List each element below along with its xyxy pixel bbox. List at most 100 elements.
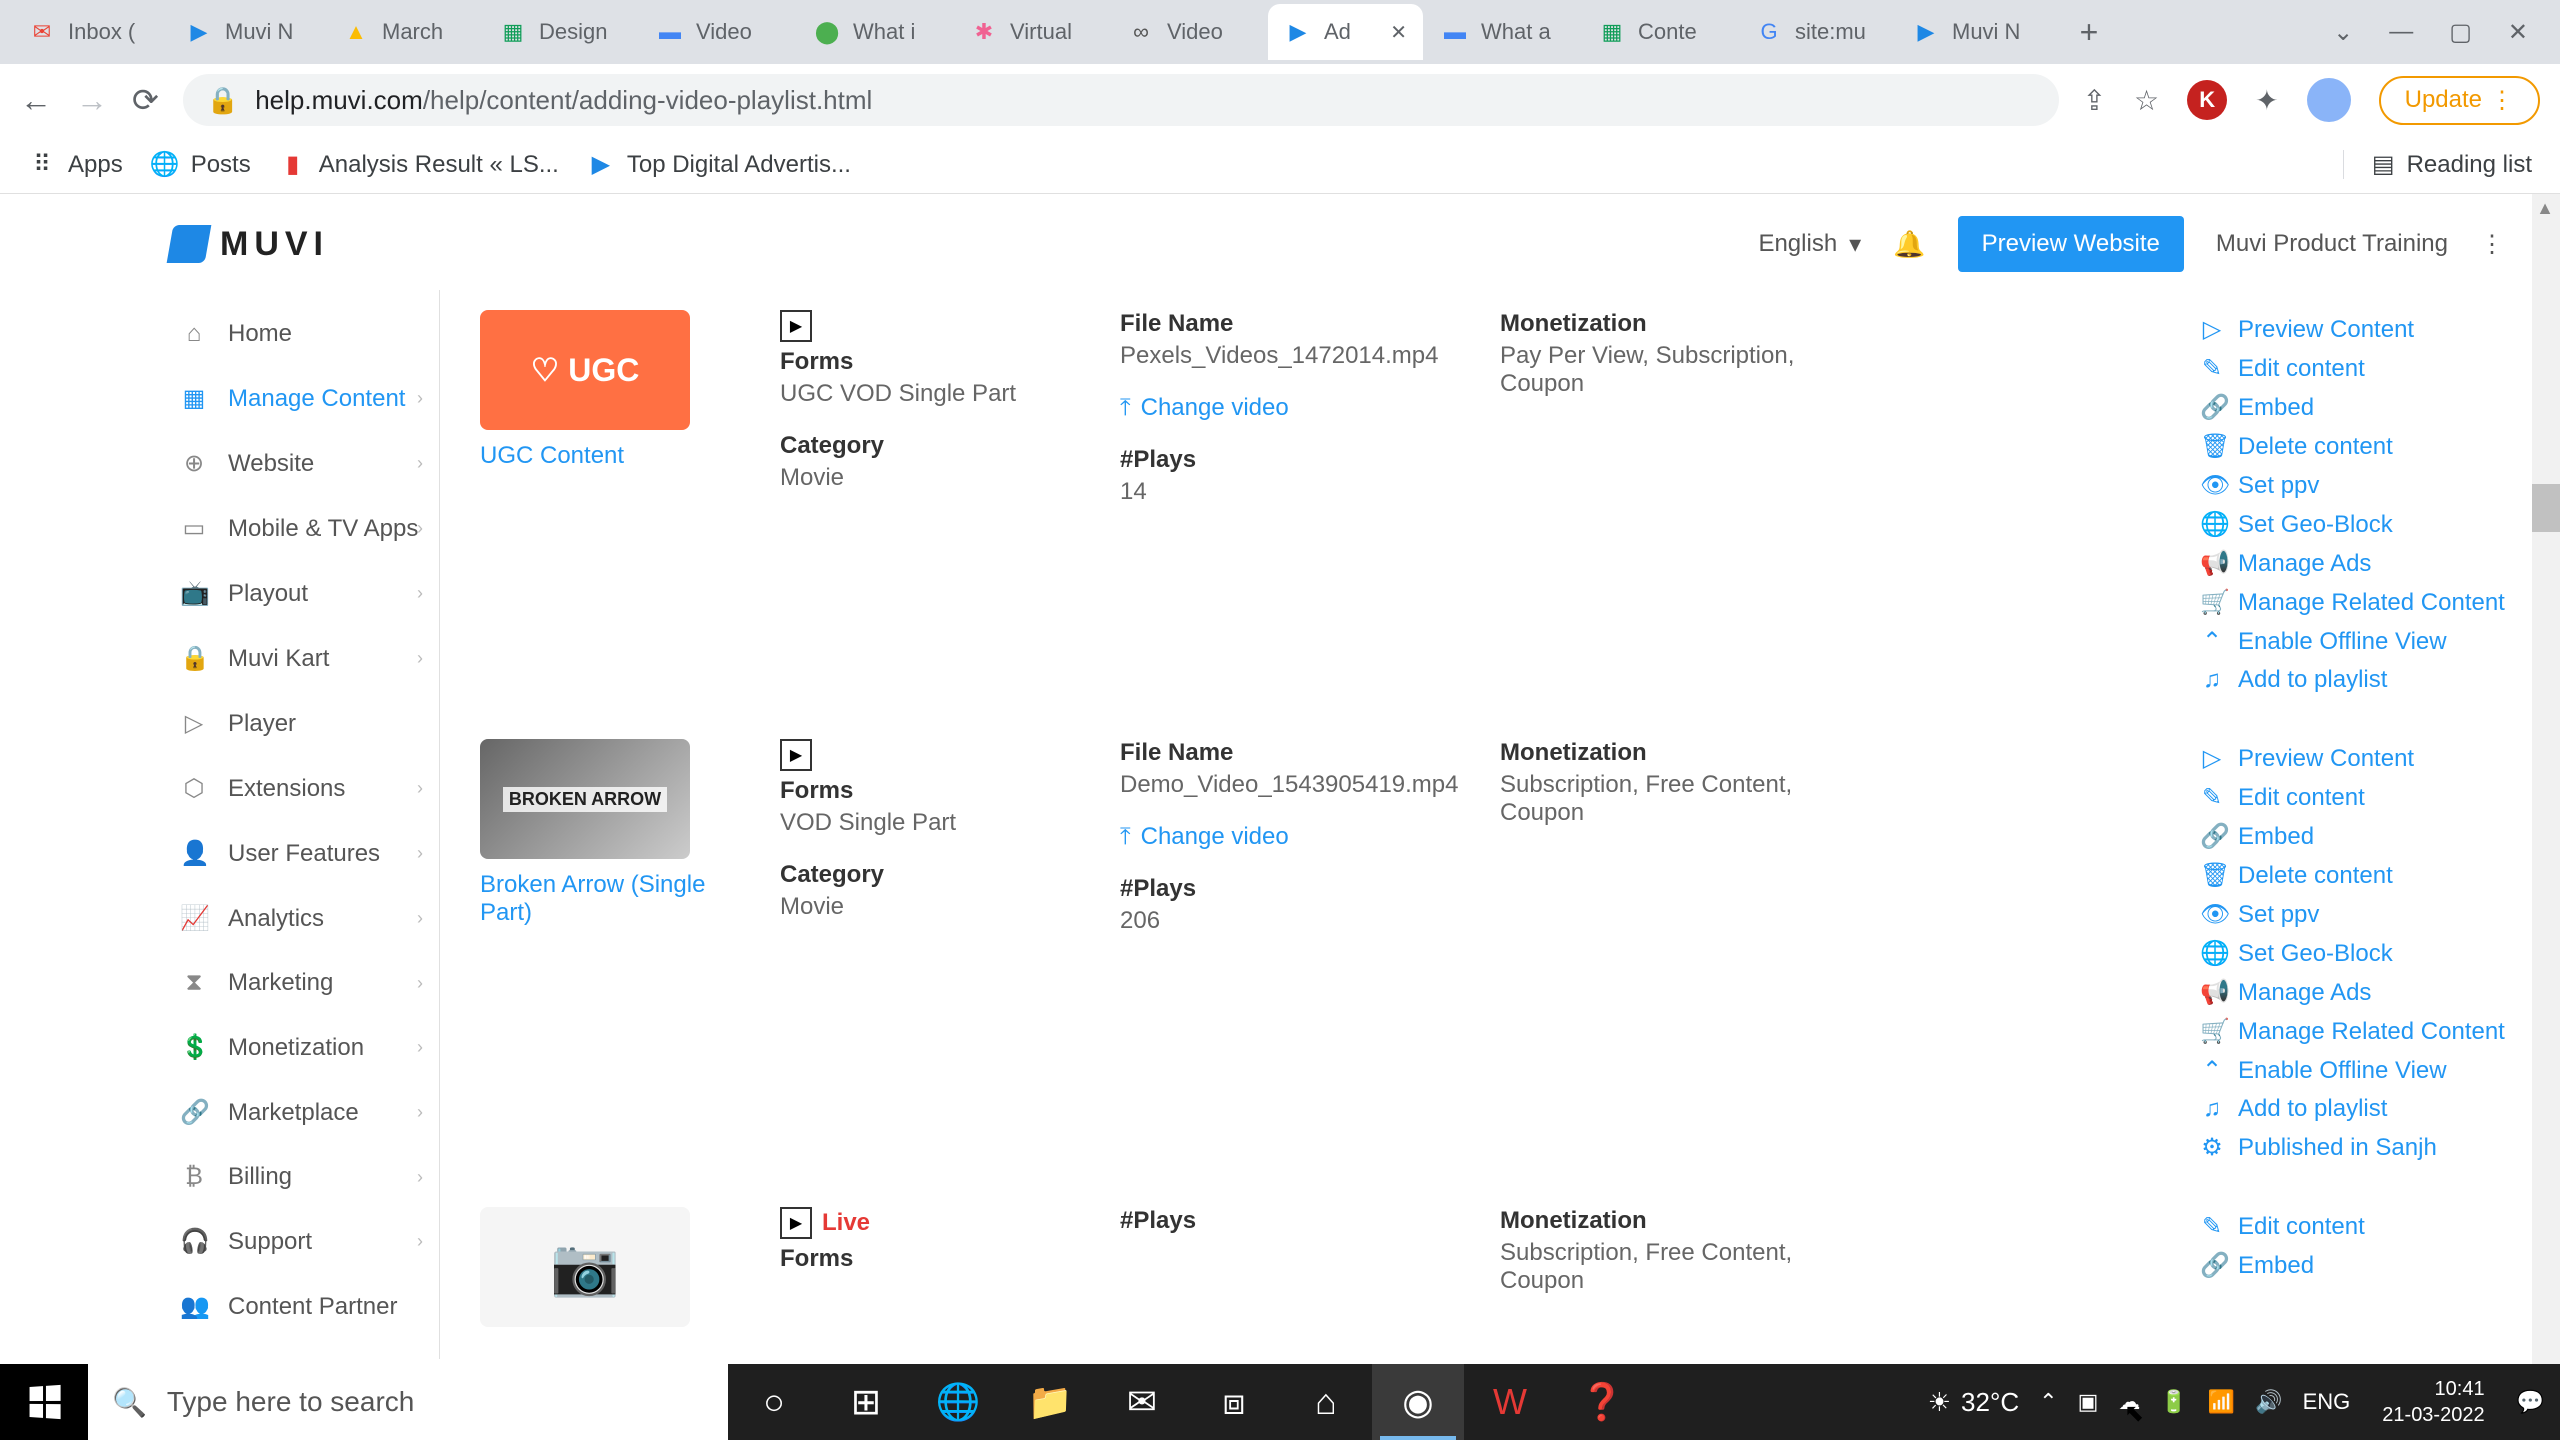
close-window-button[interactable]: ✕ <box>2508 18 2528 47</box>
notion-icon[interactable]: ⌂ <box>1280 1364 1372 1440</box>
tray-chevron-icon[interactable]: ⌃ <box>2039 1389 2057 1415</box>
maximize-button[interactable]: ▢ <box>2449 18 2472 47</box>
action-link[interactable]: 📢Manage Ads <box>2200 973 2520 1012</box>
content-title-link[interactable]: UGC Content <box>480 442 624 469</box>
sidebar-item[interactable]: ⌂Home <box>160 302 439 366</box>
action-link[interactable]: ⚙Published in Sanjh <box>2200 1128 2520 1167</box>
bookmark-item[interactable]: ▶Top Digital Advertis... <box>587 151 851 179</box>
share-icon[interactable]: ⇪ <box>2083 84 2106 117</box>
action-link[interactable]: 🌐Set Geo-Block <box>2200 934 2520 973</box>
content-thumbnail[interactable]: ♡ UGC <box>480 310 690 430</box>
tray-wifi-icon[interactable]: 📶 <box>2208 1389 2235 1415</box>
profile-avatar[interactable] <box>2307 78 2351 122</box>
dropbox-icon[interactable]: ⧈ <box>1188 1364 1280 1440</box>
bookmark-item[interactable]: ⠿Apps <box>28 151 123 179</box>
help-icon[interactable]: ❓ <box>1556 1364 1648 1440</box>
action-link[interactable]: 🗑Delete content <box>2200 427 2520 466</box>
tray-onedrive-icon[interactable]: ☁ <box>2118 1389 2140 1415</box>
bookmark-item[interactable]: ▮Analysis Result « LS... <box>279 151 559 179</box>
language-selector[interactable]: English ▾ <box>1758 230 1861 259</box>
action-link[interactable]: 🛒Manage Related Content <box>2200 1012 2520 1051</box>
browser-tab[interactable]: ∞Video <box>1111 4 1266 60</box>
action-link[interactable]: ▷Preview Content <box>2200 739 2520 778</box>
mail-icon[interactable]: ✉ <box>1096 1364 1188 1440</box>
cortana-icon[interactable]: ○ <box>728 1364 820 1440</box>
browser-tab[interactable]: ▦Conte <box>1582 4 1737 60</box>
sidebar-item[interactable]: ₿Billing› <box>160 1145 439 1209</box>
action-link[interactable]: 🛒Manage Related Content <box>2200 583 2520 622</box>
sidebar-item[interactable]: ⬡Extensions› <box>160 756 439 821</box>
sidebar-item[interactable]: 📈Analytics› <box>160 886 439 951</box>
browser-tab[interactable]: ▶Muvi N <box>1896 4 2051 60</box>
action-link[interactable]: ♫Add to playlist <box>2200 661 2520 699</box>
tray-meet-icon[interactable]: ▣ <box>2078 1389 2099 1415</box>
sidebar-item[interactable]: 👤User Features› <box>160 821 439 886</box>
sidebar-item[interactable]: 🔗Marketplace› <box>160 1080 439 1145</box>
browser-tab[interactable]: Gsite:mu <box>1739 4 1894 60</box>
action-link[interactable]: ✎Edit content <box>2200 1207 2520 1246</box>
wps-icon[interactable]: W <box>1464 1364 1556 1440</box>
sidebar-item[interactable]: ⧗Marketing› <box>160 951 439 1015</box>
browser-tab[interactable]: ✉Inbox ( <box>12 4 167 60</box>
notifications-icon[interactable]: 🔔 <box>1893 229 1925 260</box>
browser-tab[interactable]: ▬Video <box>640 4 795 60</box>
browser-tab[interactable]: ▦Design <box>483 4 638 60</box>
action-link[interactable]: ✎Edit content <box>2200 778 2520 817</box>
reload-button[interactable]: ⟳ <box>132 81 159 119</box>
action-link[interactable]: ♫Add to playlist <box>2200 1090 2520 1128</box>
tray-battery-icon[interactable]: 🔋 <box>2160 1389 2187 1415</box>
sidebar-item[interactable]: 👥Content Partner <box>160 1274 439 1339</box>
action-link[interactable]: ⌃Enable Offline View <box>2200 1051 2520 1090</box>
tray-language[interactable]: ENG <box>2303 1389 2351 1415</box>
file-explorer-icon[interactable]: 📁 <box>1004 1364 1096 1440</box>
action-link[interactable]: 🔗Embed <box>2200 1246 2520 1285</box>
bookmark-star-icon[interactable]: ☆ <box>2134 84 2159 117</box>
preview-website-button[interactable]: Preview Website <box>1958 216 2184 272</box>
weather-widget[interactable]: ☀ 32°C <box>1928 1387 2019 1418</box>
sidebar-item[interactable]: 💲Monetization› <box>160 1015 439 1080</box>
tab-search-icon[interactable]: ⌄ <box>2333 18 2353 47</box>
bookmark-item[interactable]: 🌐Posts <box>151 151 251 179</box>
change-video-link[interactable]: ⤒Change video <box>1120 394 1440 422</box>
reading-list-button[interactable]: ▤ Reading list <box>2343 150 2532 179</box>
tab-close-icon[interactable]: ✕ <box>1390 20 1407 45</box>
browser-tab[interactable]: ✱Virtual <box>954 4 1109 60</box>
action-link[interactable]: 🔗Embed <box>2200 388 2520 427</box>
new-tab-button[interactable]: + <box>2065 8 2113 56</box>
sidebar-item[interactable]: 📺Playout› <box>160 561 439 626</box>
taskbar-clock[interactable]: 10:41 21-03-2022 <box>2370 1376 2496 1428</box>
browser-tab[interactable]: ▶Ad✕ <box>1268 4 1423 60</box>
browser-tab[interactable]: ▬What a <box>1425 4 1580 60</box>
sidebar-item[interactable]: 🎧Support› <box>160 1209 439 1274</box>
action-center-icon[interactable]: 💬 <box>2517 1389 2544 1415</box>
update-button[interactable]: Update ⋮ <box>2379 76 2540 125</box>
action-link[interactable]: 🗑Delete content <box>2200 856 2520 895</box>
address-bar[interactable]: 🔒 help.muvi.com/help/content/adding-vide… <box>183 74 2059 126</box>
change-video-link[interactable]: ⤒Change video <box>1120 823 1440 851</box>
chrome-icon[interactable]: ◉ <box>1372 1364 1464 1440</box>
action-link[interactable]: 🌐Set Geo-Block <box>2200 505 2520 544</box>
action-link[interactable]: 📢Manage Ads <box>2200 544 2520 583</box>
tray-volume-icon[interactable]: 🔊 <box>2255 1389 2282 1415</box>
taskbar-search[interactable]: 🔍 Type here to search <box>88 1364 728 1440</box>
action-link[interactable]: ✎Edit content <box>2200 349 2520 388</box>
content-title-link[interactable]: Broken Arrow (Single Part) <box>480 871 705 926</box>
browser-tab[interactable]: ▶Muvi N <box>169 4 324 60</box>
sidebar-item[interactable]: ▦Manage Content› <box>160 366 439 431</box>
action-link[interactable]: ⌃Enable Offline View <box>2200 622 2520 661</box>
forward-button[interactable]: → <box>76 82 108 119</box>
sidebar-item[interactable]: 🔒Muvi Kart› <box>160 626 439 691</box>
task-view-icon[interactable]: ⊞ <box>820 1364 912 1440</box>
action-link[interactable]: 👁Set ppv <box>2200 895 2520 934</box>
muvi-logo[interactable]: MUVI <box>170 225 329 264</box>
action-link[interactable]: 👁Set ppv <box>2200 466 2520 505</box>
sidebar-item[interactable]: ▭Mobile & TV Apps› <box>160 496 439 561</box>
content-thumbnail[interactable]: BROKEN ARROW <box>480 739 690 859</box>
content-thumbnail[interactable]: 📷 <box>480 1207 690 1327</box>
scroll-up-arrow-icon[interactable]: ▲ <box>2536 198 2554 219</box>
edge-icon[interactable]: 🌐 <box>912 1364 1004 1440</box>
sidebar-item[interactable]: ▷Player <box>160 691 439 756</box>
sidebar-item[interactable]: ⊕Website› <box>160 431 439 496</box>
back-button[interactable]: ← <box>20 82 52 119</box>
action-link[interactable]: ▷Preview Content <box>2200 310 2520 349</box>
